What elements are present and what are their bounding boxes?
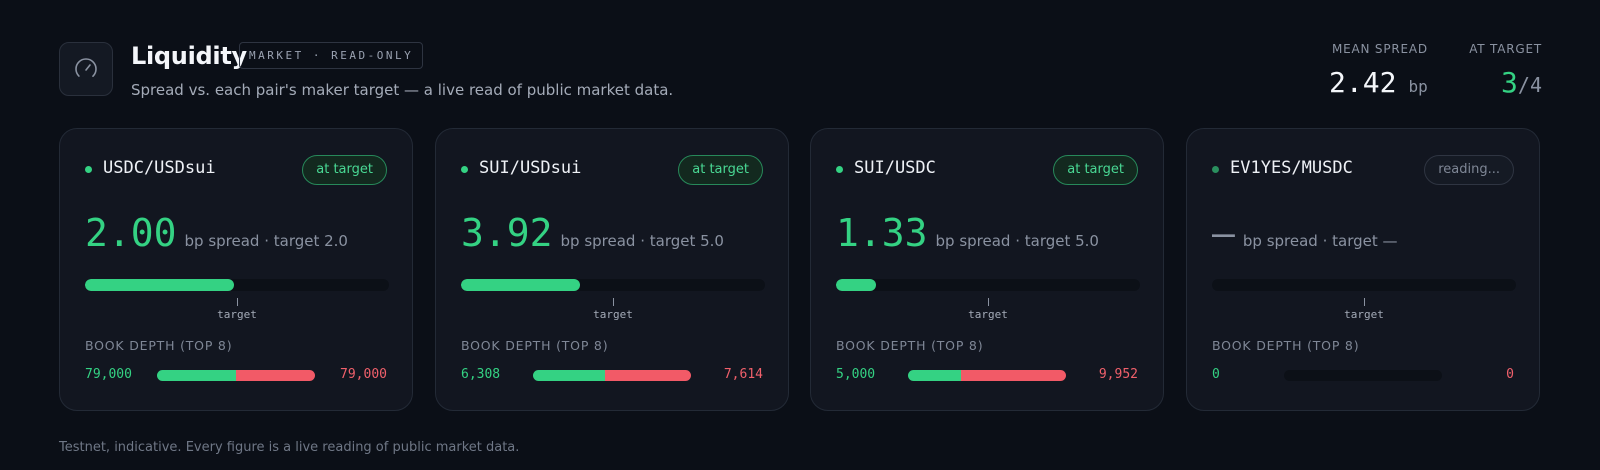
depth-bar — [1284, 370, 1442, 381]
status-badge: at target — [1053, 155, 1138, 185]
pair-card: USDC/USDsui at target 2.00 bp spread · ta… — [59, 128, 413, 411]
spread-value: — — [1212, 211, 1235, 255]
bid-depth-fill — [908, 370, 961, 381]
footer-note: Testnet, indicative. Every figure is a l… — [59, 440, 520, 455]
spread-value: 2.00 — [85, 211, 177, 255]
summary-stats: MEAN SPREAD 2.42 bp AT TARGET 3/4 — [1329, 42, 1542, 102]
target-tick-label: target — [217, 308, 257, 321]
book-depth-label: BOOK DEPTH (TOP 8) — [85, 338, 233, 353]
target-tick — [237, 298, 238, 306]
target-tick-label: target — [1344, 308, 1384, 321]
pair-card: EV1YES/MUSDC reading... — bp spread · tar… — [1186, 128, 1540, 411]
spread-readout: — bp spread · target — — [1212, 211, 1398, 257]
spread-description: bp spread · target 5.0 — [560, 232, 724, 250]
spread-bar — [461, 279, 765, 291]
status-dot — [1212, 166, 1219, 173]
spread-readout: 1.33 bp spread · target 5.0 — [836, 211, 1099, 257]
spread-value: 3.92 — [461, 211, 553, 255]
mean-spread-value: 2.42 bp — [1329, 66, 1428, 99]
target-tick-label: target — [968, 308, 1008, 321]
ask-depth: 79,000 — [340, 367, 387, 382]
bid-depth-fill — [157, 370, 236, 381]
gauge-icon — [59, 42, 113, 96]
status-badge: at target — [678, 155, 763, 185]
depth-bar — [157, 370, 315, 381]
pair-card: SUI/USDC at target 1.33 bp spread · targe… — [810, 128, 1164, 411]
spread-bar — [85, 279, 389, 291]
spread-description: bp spread · target — — [1242, 232, 1398, 250]
at-target-value: 3/4 — [1501, 66, 1542, 99]
spread-bar-fill — [461, 279, 580, 291]
pair-name: SUI/USDC — [854, 158, 936, 178]
book-depth-label: BOOK DEPTH (TOP 8) — [836, 338, 984, 353]
bid-depth-fill — [533, 370, 605, 381]
status-dot — [461, 166, 468, 173]
ask-depth: 0 — [1506, 367, 1514, 382]
bid-depth: 5,000 — [836, 367, 876, 382]
ask-depth-fill — [960, 370, 1066, 381]
target-tick-label: target — [593, 308, 633, 321]
depth-bar — [533, 370, 691, 381]
status-badge: at target — [302, 155, 387, 185]
spread-description: bp spread · target 2.0 — [184, 232, 348, 250]
spread-bar — [1212, 279, 1516, 291]
target-tick — [613, 298, 614, 306]
at-target-total: /4 — [1517, 73, 1542, 97]
ask-depth: 7,614 — [723, 367, 763, 382]
spread-bar-fill — [836, 279, 876, 291]
status-dot — [85, 166, 92, 173]
spread-description: bp spread · target 5.0 — [935, 232, 1099, 250]
book-depth-label: BOOK DEPTH (TOP 8) — [461, 338, 609, 353]
depth-bar — [908, 370, 1066, 381]
spread-bar — [836, 279, 1140, 291]
ask-depth: 9,952 — [1098, 367, 1138, 382]
status-dot — [836, 166, 843, 173]
pair-name: SUI/USDsui — [479, 158, 582, 178]
bid-depth: 6,308 — [461, 367, 501, 382]
pair-name: USDC/USDsui — [103, 158, 216, 178]
spread-readout: 2.00 bp spread · target 2.0 — [85, 211, 348, 257]
at-target-label: AT TARGET — [1469, 42, 1542, 56]
spread-readout: 3.92 bp spread · target 5.0 — [461, 211, 724, 257]
ask-depth-fill — [604, 370, 691, 381]
page-title: Liquidity — [131, 42, 247, 70]
status-badge: reading... — [1424, 155, 1514, 185]
target-tick — [1364, 298, 1365, 306]
page-subtitle: Spread vs. each pair's maker target — a … — [131, 81, 674, 99]
page-header: Liquidity MARKET · READ-ONLY Spread vs. … — [59, 42, 1542, 102]
ask-depth-fill — [236, 370, 315, 381]
mean-spread-label: MEAN SPREAD — [1332, 42, 1428, 56]
pair-card: SUI/USDsui at target 3.92 bp spread · tar… — [435, 128, 789, 411]
bid-depth: 0 — [1212, 367, 1220, 382]
pair-name: EV1YES/MUSDC — [1230, 158, 1353, 178]
mean-spread-number: 2.42 — [1329, 66, 1397, 99]
target-tick — [988, 298, 989, 306]
bid-depth: 79,000 — [85, 367, 132, 382]
spread-bar-fill — [85, 279, 234, 291]
spread-value: 1.33 — [836, 211, 928, 255]
mean-spread-unit: bp — [1408, 77, 1428, 96]
at-target-count: 3 — [1501, 66, 1518, 99]
book-depth-label: BOOK DEPTH (TOP 8) — [1212, 338, 1360, 353]
read-only-tag: MARKET · READ-ONLY — [239, 42, 424, 69]
